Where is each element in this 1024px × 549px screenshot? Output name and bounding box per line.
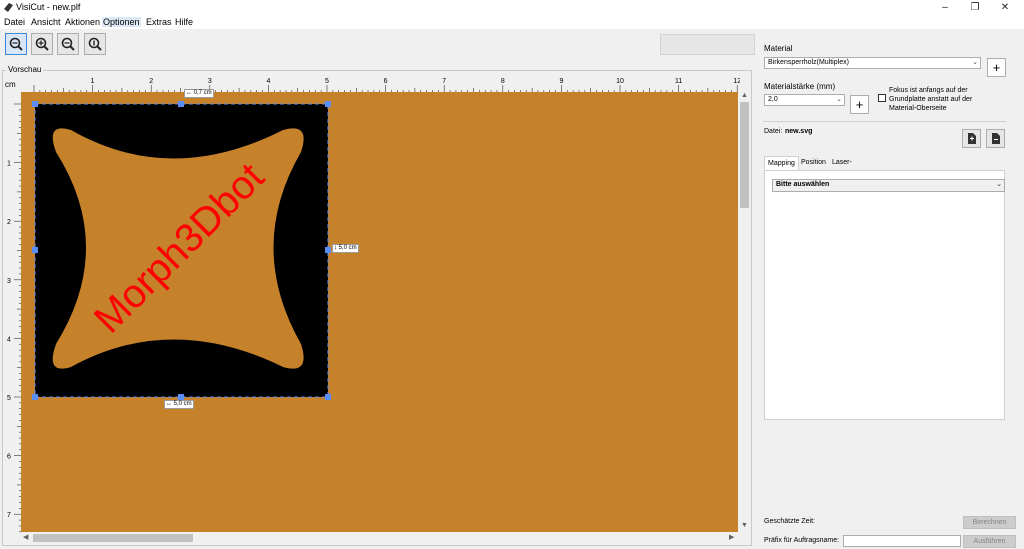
add-material-button[interactable]: + (987, 58, 1006, 77)
ruler-y-label: 5 (7, 395, 11, 402)
ruler-y-label: 3 (7, 278, 11, 285)
mapping-select[interactable]: Bitte auswählen ⌄ (772, 179, 1005, 192)
zoom-out-icon (61, 37, 75, 51)
ruler-y-label: 7 (7, 512, 11, 519)
ruler-x-label: 6 (384, 78, 388, 85)
chevron-down-icon: ⌄ (836, 96, 842, 103)
ruler-x-label: 1 (91, 78, 95, 85)
handle-left (32, 247, 38, 253)
visicut-window: VisiCut - new.plf – ❐ ✕ Datei Ansicht Ak… (0, 0, 1024, 549)
menu-extras[interactable]: Extras (145, 17, 173, 27)
height-dimension-label: ↕ 5,0 cm (332, 244, 359, 253)
focus-checkbox[interactable] (878, 94, 886, 102)
new-file-button[interactable] (962, 129, 981, 148)
canvas-drawing: Morph3Dbot (32, 101, 331, 400)
vertical-ruler: 1 2 3 4 5 6 7 (7, 103, 21, 533)
handle-bottom-left (32, 394, 38, 400)
ruler-unit-label: cm (5, 80, 16, 89)
add-thickness-button[interactable]: + (850, 95, 869, 114)
job-name-input[interactable] (843, 535, 961, 547)
ruler-x-label: 5 (325, 78, 329, 85)
zoom-out-button[interactable] (57, 33, 79, 55)
thickness-select[interactable]: 2,0 ⌄ (764, 94, 845, 106)
tab-position[interactable]: Position (798, 156, 829, 170)
handle-right (325, 247, 331, 253)
scroll-right-icon[interactable]: ▶ (729, 533, 734, 541)
ruler-y-label: 1 (7, 161, 11, 168)
panel-separator (763, 121, 1006, 122)
file-label: Datei: (764, 128, 783, 135)
ruler-y-label: 6 (7, 454, 11, 461)
scroll-left-icon[interactable]: ◀ (23, 533, 28, 541)
mapping-tab-body: Bitte auswählen ⌄ (764, 170, 1005, 420)
run-button[interactable]: Ausführen (963, 535, 1016, 548)
zoom-fit-button[interactable] (5, 33, 27, 55)
ruler-x-label: 9 (559, 78, 563, 85)
handle-top (178, 101, 184, 107)
menu-aktionen[interactable]: Aktionen (64, 17, 101, 27)
ruler-x-label: 4 (266, 78, 270, 85)
new-file-icon (968, 133, 976, 144)
horizontal-ruler: 1 2 3 4 5 6 7 8 9 10 11 12 (33, 78, 740, 92)
vertical-scrollbar[interactable]: ▲ ▼ (738, 92, 751, 532)
title-bar: VisiCut - new.plf – ❐ ✕ (0, 0, 1024, 16)
material-canvas[interactable]: Morph3Dbot (21, 92, 739, 532)
scroll-down-icon[interactable]: ▼ (741, 522, 748, 529)
zoom-reset-icon (88, 37, 102, 51)
handle-top-right (325, 101, 331, 107)
calculate-button[interactable]: Berechnen (963, 516, 1016, 529)
toolbar-spacer (660, 34, 755, 55)
ruler-x-label: 2 (149, 78, 153, 85)
preview-label: Vorschau (6, 65, 44, 74)
zoom-in-button[interactable] (31, 33, 53, 55)
zoom-fit-icon (9, 37, 23, 51)
menu-optionen[interactable]: Optionen (102, 17, 141, 27)
plus-icon: + (855, 97, 864, 112)
job-prefix-label: Präfix für Auftragsname: (764, 537, 840, 544)
file-name: new.svg (785, 128, 813, 135)
chevron-down-icon: ⌄ (972, 59, 978, 66)
mapping-select-value: Bitte auswählen (776, 181, 830, 188)
chevron-down-icon: ⌄ (996, 181, 1002, 188)
ruler-x-label: 7 (442, 78, 446, 85)
menu-bar: Datei Ansicht Aktionen Optionen Extras H… (0, 16, 1024, 29)
width-dimension-label: ↔ 5,0 cm (164, 400, 194, 409)
window-title: VisiCut - new.plf (16, 2, 81, 12)
menu-hilfe[interactable]: Hilfe (174, 17, 194, 27)
ruler-x-label: 3 (208, 78, 212, 85)
top-dimension-label: ↔ 0,7 cm (184, 89, 214, 98)
ruler-x-label: 12 (733, 78, 740, 85)
zoom-in-icon (35, 37, 49, 51)
ruler-y-label: 4 (7, 336, 11, 343)
ruler-y-label: 2 (7, 219, 11, 226)
thickness-label: Materialstärke (mm) (764, 82, 836, 91)
menu-datei[interactable]: Datei (3, 17, 26, 27)
estimated-time-label: Geschätzte Zeit: (764, 518, 815, 525)
horizontal-scroll-thumb[interactable] (33, 534, 193, 542)
ruler-x-label: 11 (675, 78, 682, 85)
tab-mapping[interactable]: Mapping (764, 156, 799, 170)
material-select[interactable]: Birkensperrholz(Multiplex) ⌄ (764, 57, 981, 69)
close-button[interactable]: ✕ (990, 0, 1020, 16)
handle-bottom-right (325, 394, 331, 400)
app-icon (4, 3, 13, 12)
plus-icon: + (992, 60, 1001, 75)
thickness-select-value: 2,0 (768, 96, 778, 103)
minimize-button[interactable]: – (930, 0, 960, 16)
zoom-reset-button[interactable] (84, 33, 106, 55)
ruler-x-label: 8 (501, 78, 505, 85)
vertical-scroll-thumb[interactable] (740, 102, 749, 208)
tab-laser-settings[interactable]: Laser-Einstellungen (829, 156, 877, 179)
focus-checkbox-label: Fokus ist anfangs auf der Grundplatte an… (889, 87, 973, 112)
open-file-button[interactable] (986, 129, 1005, 148)
material-label: Material (764, 44, 793, 53)
ruler-x-label: 10 (616, 78, 624, 85)
file-icon (992, 133, 1000, 144)
maximize-button[interactable]: ❐ (960, 0, 990, 16)
menu-ansicht[interactable]: Ansicht (30, 17, 62, 27)
scroll-up-icon[interactable]: ▲ (741, 92, 748, 99)
material-select-value: Birkensperrholz(Multiplex) (768, 59, 849, 66)
handle-top-left (32, 101, 38, 107)
horizontal-scrollbar[interactable]: ◀ ▶ (21, 532, 739, 544)
